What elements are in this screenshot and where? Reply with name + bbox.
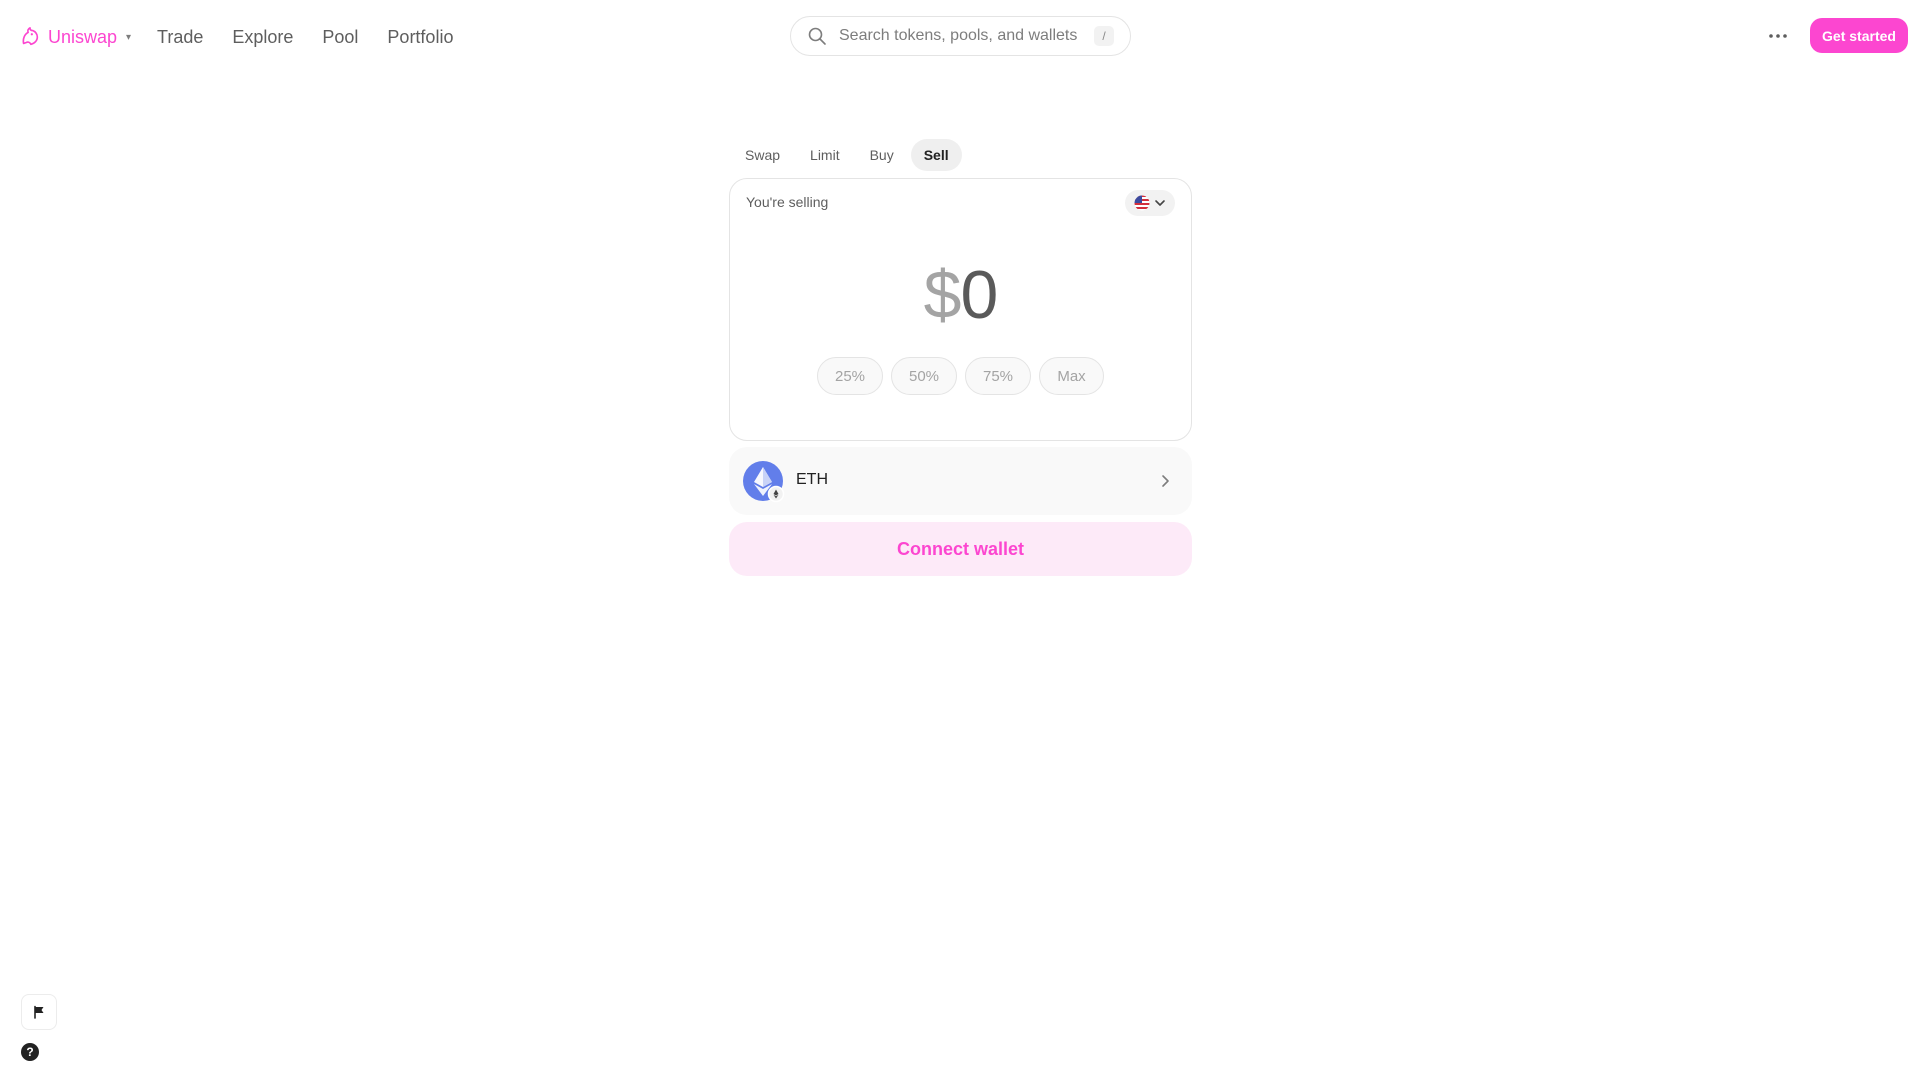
- sell-panel: You're selling $0 25% 50% 75% Max: [729, 178, 1192, 441]
- percent-options: 25% 50% 75% Max: [730, 357, 1191, 395]
- nav-link-trade[interactable]: Trade: [157, 24, 203, 50]
- nav-links: Trade Explore Pool Portfolio: [157, 24, 453, 50]
- top-nav: Uniswap ▾ Trade Explore Pool Portfolio /…: [0, 0, 1920, 72]
- nav-link-portfolio[interactable]: Portfolio: [387, 24, 453, 50]
- percent-75-button[interactable]: 75%: [965, 357, 1031, 395]
- more-options-button[interactable]: [1764, 22, 1792, 50]
- unicorn-logo-icon: [19, 25, 43, 49]
- tab-buy[interactable]: Buy: [857, 139, 907, 171]
- search-shortcut-key: /: [1094, 26, 1114, 46]
- search-bar[interactable]: /: [790, 16, 1131, 56]
- tab-swap[interactable]: Swap: [732, 139, 793, 171]
- logo-text: Uniswap: [48, 26, 118, 47]
- feature-flags-button[interactable]: [21, 994, 57, 1030]
- sell-amount[interactable]: $0: [730, 255, 1191, 335]
- nav-link-explore[interactable]: Explore: [232, 24, 293, 50]
- us-flag-icon: [1134, 195, 1150, 211]
- selling-label: You're selling: [746, 194, 829, 210]
- chevron-down-icon: [1155, 200, 1165, 206]
- percent-50-button[interactable]: 50%: [891, 357, 957, 395]
- connect-wallet-button[interactable]: Connect wallet: [729, 522, 1192, 576]
- flag-icon: [34, 1005, 44, 1019]
- amount-value: 0: [960, 257, 999, 333]
- max-button[interactable]: Max: [1039, 357, 1104, 395]
- caret-down-icon: ▾: [126, 31, 132, 43]
- tab-sell[interactable]: Sell: [910, 139, 962, 171]
- ellipsis-icon: [1769, 34, 1787, 38]
- uniswap-logo-menu[interactable]: Uniswap ▾: [19, 24, 131, 50]
- currency-selector[interactable]: [1125, 190, 1175, 216]
- get-started-button[interactable]: Get started: [1810, 18, 1908, 53]
- ethereum-icon: [743, 461, 785, 503]
- token-selector[interactable]: ETH: [729, 447, 1192, 515]
- trade-tabs: Swap Limit Buy Sell: [732, 139, 962, 171]
- search-input[interactable]: [839, 27, 1094, 45]
- help-icon[interactable]: ?: [21, 1043, 39, 1061]
- search-icon: [807, 26, 827, 46]
- token-symbol: ETH: [796, 471, 828, 488]
- amount-currency-symbol: $: [923, 257, 962, 333]
- chevron-right-icon: [1162, 475, 1169, 487]
- tab-limit[interactable]: Limit: [797, 139, 853, 171]
- percent-25-button[interactable]: 25%: [817, 357, 883, 395]
- nav-link-pool[interactable]: Pool: [322, 24, 358, 50]
